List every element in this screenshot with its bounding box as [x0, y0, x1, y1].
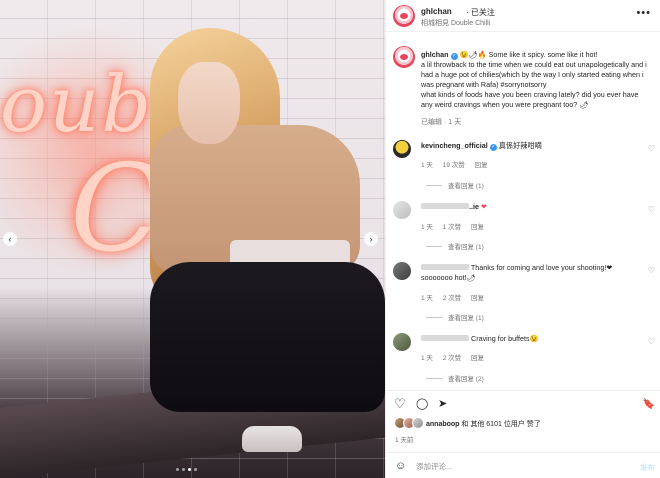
commenter-avatar[interactable] — [393, 140, 411, 158]
carousel-dot — [176, 468, 179, 471]
carousel-dot — [194, 468, 197, 471]
comment-likes[interactable]: 1 次赞 — [443, 224, 461, 231]
author-username[interactable]: ghlchan — [421, 7, 452, 16]
comment-icon[interactable]: ◯ — [416, 398, 428, 411]
liker-avatar[interactable] — [412, 417, 424, 429]
share-icon[interactable]: ➤ — [438, 398, 447, 411]
comment-like-icon[interactable]: ♡ — [648, 337, 655, 346]
view-replies-button[interactable]: 查看回复 (1) — [426, 180, 484, 190]
follow-status[interactable]: · 已关注 — [466, 7, 495, 18]
view-replies-button[interactable]: 查看回复 (1) — [426, 312, 484, 322]
comment-likes[interactable]: 19 次赞 — [443, 162, 465, 169]
save-icon[interactable]: 🔖 — [643, 398, 655, 411]
caption-username[interactable]: ghlchan — [421, 50, 449, 59]
comment-meta: 1 天 2 次赞 回复 — [421, 352, 492, 362]
action-bar: ♡ ◯ ➤ 🔖 — [386, 390, 660, 416]
comment-time: 1 天 — [421, 224, 433, 231]
comment-text-block: Craving for buffets😉 — [421, 334, 641, 344]
comment-meta: 1 天 2 次赞 回复 — [421, 292, 492, 302]
comment-composer: ☺ 发布 — [386, 452, 660, 478]
more-options-icon[interactable]: ••• — [636, 7, 651, 19]
caption-avatar[interactable] — [393, 46, 415, 68]
liker-username[interactable]: annaboop — [426, 421, 459, 428]
caption-text-block: ghlchan ✓ 😉🌶🔥 Some like it spicy. some l… — [421, 50, 651, 110]
blurred-username — [421, 264, 469, 270]
comment-meta: 1 天 19 次赞 回复 — [421, 159, 496, 169]
carousel-dots — [176, 468, 197, 471]
caption-meta: 已编辑 · 1 天 — [421, 119, 462, 126]
blurred-username — [421, 203, 469, 209]
comment-reply-button[interactable]: 回复 — [475, 162, 488, 169]
post-photo[interactable]: oub C ‹ › — [0, 0, 385, 478]
comment-reply-button[interactable]: 回复 — [471, 295, 484, 302]
blurred-username — [421, 335, 469, 341]
post-time: 1 天前 — [395, 437, 414, 444]
comment-input[interactable] — [416, 459, 616, 473]
author-avatar[interactable] — [393, 5, 415, 27]
commenter-avatar[interactable] — [393, 201, 411, 219]
comment-like-icon[interactable]: ♡ — [648, 205, 655, 214]
likes-summary: annaboop 和 其他 6101 位用户 赞了 — [386, 417, 660, 431]
commenter-avatar[interactable] — [393, 333, 411, 351]
carousel-dot — [182, 468, 185, 471]
post-location[interactable]: 相城相見 Double Chilli — [421, 18, 490, 28]
comment-text-block: ..ie ❤ — [421, 202, 641, 212]
commenter-username[interactable]: ..ie — [469, 202, 479, 211]
comment-time: 1 天 — [421, 162, 433, 169]
like-icon[interactable]: ♡ — [394, 397, 406, 410]
comment-text-block: Thanks for coming and love your shooting… — [421, 263, 641, 283]
carousel-prev-button[interactable]: ‹ — [3, 232, 17, 246]
likes-count-text[interactable]: 和 其他 6101 位用户 赞了 — [459, 421, 540, 428]
comment-reply-button[interactable]: 回复 — [471, 224, 484, 231]
emoji-icon[interactable]: ☺ — [395, 460, 406, 472]
neon-sign-text: oub — [0, 60, 154, 150]
likes-text: annaboop 和 其他 6101 位用户 赞了 — [426, 419, 541, 429]
comment-likes[interactable]: 2 次赞 — [443, 355, 461, 362]
person-face — [178, 62, 240, 144]
commenter-username[interactable]: kevincheng_official — [421, 141, 488, 150]
caption-edited: 已编辑 — [421, 119, 442, 126]
comment-time: 1 天 — [421, 295, 433, 302]
comment-body: Craving for buffets😉 — [471, 334, 539, 343]
comment-meta: 1 天 1 次赞 回复 — [421, 221, 492, 231]
view-replies-button[interactable]: 查看回复 (2) — [426, 373, 484, 383]
post-header: ghlchan · 已关注 相城相見 Double Chilli ••• — [386, 0, 660, 32]
comment-reply-button[interactable]: 回复 — [471, 355, 484, 362]
comment-text-block: kevincheng_official ✓ 真係好辣咁嘀 — [421, 141, 641, 151]
comment-likes[interactable]: 2 次赞 — [443, 295, 461, 302]
person-shoe — [242, 426, 302, 452]
comment-body: ❤ — [481, 202, 488, 211]
post-sidebar: ghlchan · 已关注 相城相見 Double Chilli ••• ghl… — [385, 0, 660, 478]
person-pants — [150, 262, 385, 412]
caption-time: 1 天 — [448, 119, 462, 126]
carousel-dot-active — [188, 468, 191, 471]
comment-like-icon[interactable]: ♡ — [648, 266, 655, 275]
comment-body: 真係好辣咁嘀 — [498, 141, 542, 150]
comment-like-icon[interactable]: ♡ — [648, 144, 655, 153]
neon-sign-letter: C — [70, 140, 162, 279]
verified-badge-icon: ✓ — [489, 144, 497, 151]
view-replies-button[interactable]: 查看回复 (1) — [426, 241, 484, 251]
commenter-avatar[interactable] — [393, 262, 411, 280]
carousel-next-button[interactable]: › — [364, 232, 378, 246]
verified-badge-icon: ✓ — [450, 53, 458, 60]
comment-time: 1 天 — [421, 355, 433, 362]
post-comment-button[interactable]: 发布 — [640, 462, 655, 473]
